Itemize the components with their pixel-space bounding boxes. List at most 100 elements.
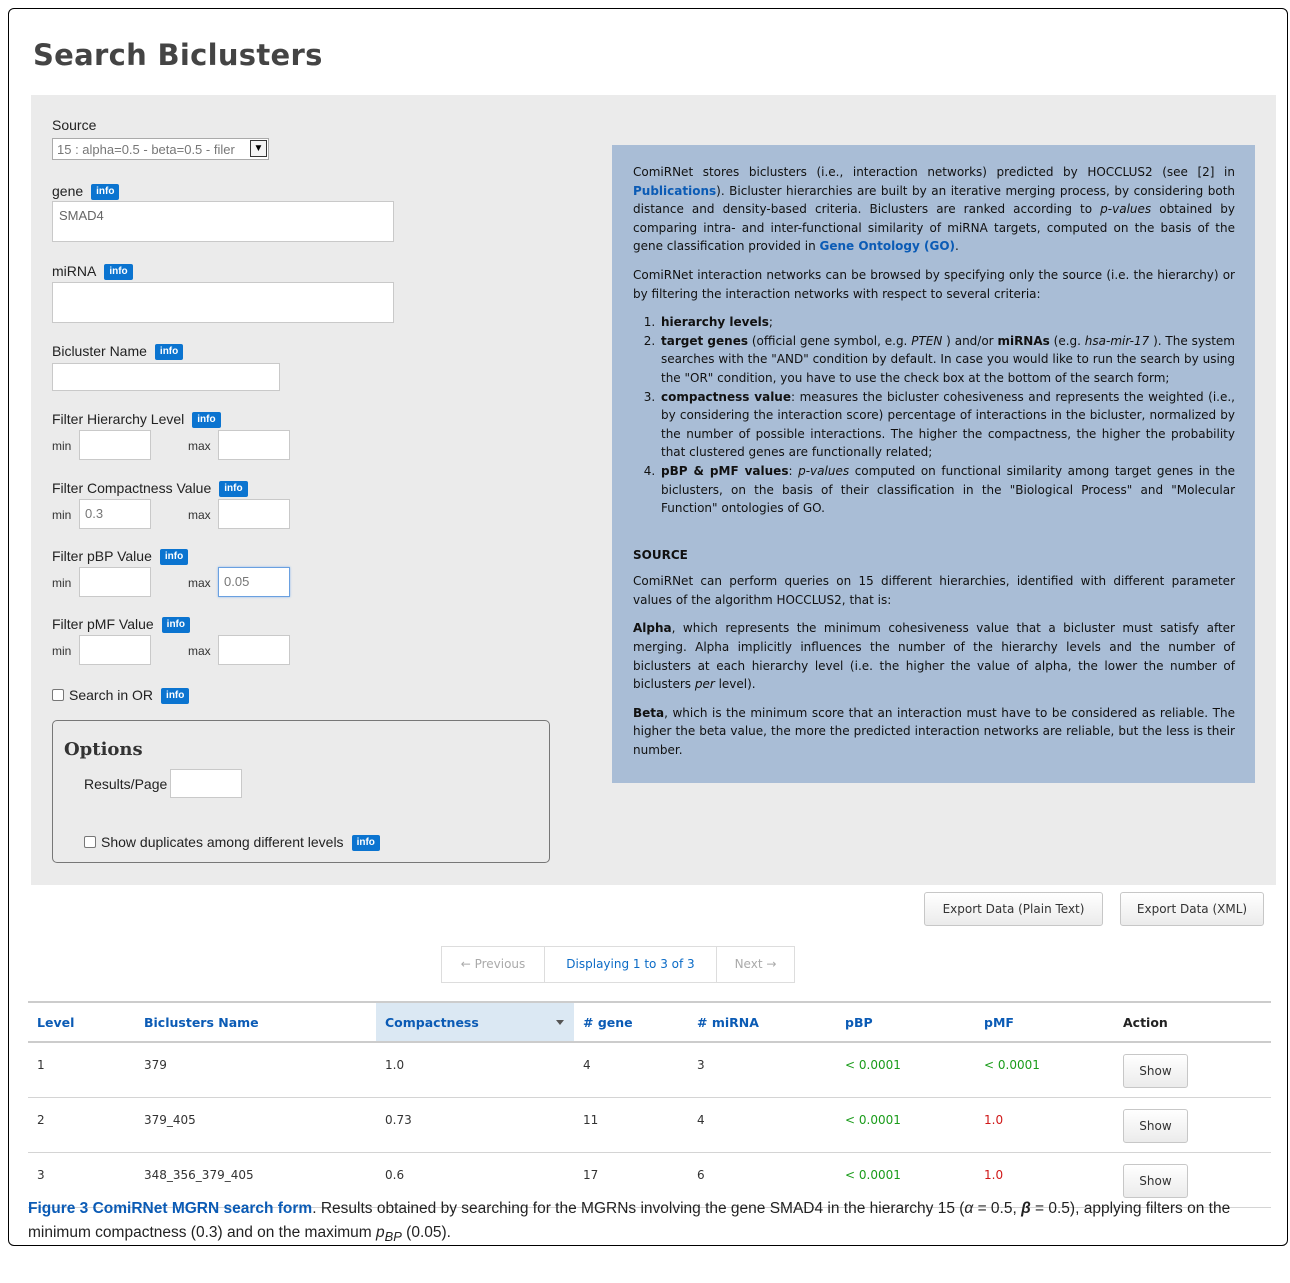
description-paragraph-1: ComiRNet stores biclusters (i.e., intera… xyxy=(633,163,1235,256)
cell-pbp: < 0.0001 xyxy=(836,1097,975,1153)
options-fieldset: Options Results/Page Show duplicates amo… xyxy=(52,720,550,863)
source-heading: SOURCE xyxy=(633,547,688,562)
search-or-checkbox[interactable] xyxy=(52,689,64,701)
cell-genes: 4 xyxy=(574,1042,688,1098)
gene-ontology-link[interactable]: Gene Ontology (GO) xyxy=(820,239,956,253)
pmf-info-button[interactable]: info xyxy=(161,617,190,634)
pagination: ← Previous Displaying 1 to 3 of 3 Next → xyxy=(441,946,795,983)
show-button[interactable]: Show xyxy=(1123,1108,1188,1143)
description-panel: ComiRNet stores biclusters (i.e., intera… xyxy=(612,145,1255,783)
compactness-min-label: min xyxy=(52,508,72,522)
cell-mirna: 4 xyxy=(688,1097,836,1153)
show-button[interactable]: Show xyxy=(1123,1163,1188,1198)
pbp-max-label: max xyxy=(188,576,211,590)
search-or-row: Search in OR info xyxy=(52,687,190,705)
options-title: Options xyxy=(64,739,143,760)
pmf-min-label: min xyxy=(52,644,72,658)
column-header-compactness[interactable]: Compactness xyxy=(376,1001,574,1043)
desc-emphasis: p-values xyxy=(1100,202,1152,217)
pbp-min-label: min xyxy=(52,576,72,590)
criteria-item: hierarchy levels; xyxy=(659,313,1235,332)
bicluster-name-label: Bicluster Name info xyxy=(52,343,184,361)
criteria-term: target genes xyxy=(661,333,748,348)
hierarchy-min-input[interactable] xyxy=(79,430,151,460)
column-header-name[interactable]: Biclusters Name xyxy=(135,1001,376,1043)
beta-symbol: β xyxy=(1021,1200,1031,1217)
criteria-item: target genes (official gene symbol, e.g.… xyxy=(659,332,1235,388)
p-symbol: p xyxy=(376,1224,385,1241)
hierarchy-min-label: min xyxy=(52,439,72,453)
criteria-term: hierarchy levels xyxy=(661,315,769,330)
compactness-min-input[interactable]: 0.3 xyxy=(79,499,151,529)
compactness-info-button[interactable]: info xyxy=(219,481,248,498)
hierarchy-max-label: max xyxy=(188,439,211,453)
column-header-pmf[interactable]: pMF xyxy=(975,1001,1114,1043)
mirna-label: miRNA info xyxy=(52,263,133,281)
caption-title: Figure 3 ComiRNet MGRN search form xyxy=(28,1200,313,1217)
desc-text: ComiRNet stores biclusters (i.e., intera… xyxy=(633,165,1235,179)
gene-input[interactable]: SMAD4 xyxy=(52,201,394,242)
search-or-label: Search in OR xyxy=(69,687,154,703)
source-select-value: 15 : alpha=0.5 - beta=0.5 - filer xyxy=(57,142,235,157)
criteria-example: hsa-mir-17 xyxy=(1084,333,1150,348)
export-plain-text-button[interactable]: Export Data (Plain Text) xyxy=(924,892,1103,926)
gene-info-button[interactable]: info xyxy=(91,184,120,201)
hierarchy-filter-label-text: Filter Hierarchy Level xyxy=(52,411,185,427)
results-per-page-input[interactable] xyxy=(170,769,242,798)
pbp-filter-label: Filter pBP Value info xyxy=(52,548,189,566)
criteria-text: (e.g. xyxy=(1049,333,1085,348)
export-xml-button[interactable]: Export Data (XML) xyxy=(1120,892,1264,926)
cell-compactness: 1.0 xyxy=(376,1042,574,1098)
results-per-page-label: Results/Page xyxy=(84,776,168,792)
show-duplicates-row: Show duplicates among different levels in… xyxy=(84,834,380,852)
hierarchy-max-input[interactable] xyxy=(218,430,290,460)
bicluster-name-info-button[interactable]: info xyxy=(154,344,184,361)
mirna-label-text: miRNA xyxy=(52,263,97,279)
cell-level: 2 xyxy=(28,1097,135,1153)
previous-page-button[interactable]: ← Previous xyxy=(442,947,545,982)
show-duplicates-checkbox[interactable] xyxy=(84,836,96,848)
pbp-filter-label-text: Filter pBP Value xyxy=(52,548,152,564)
criteria-term: compactness value xyxy=(661,389,791,404)
description-paragraph-beta: Beta, which is the minimum score that an… xyxy=(633,704,1235,760)
gene-label: gene info xyxy=(52,183,120,201)
cell-compactness: 0.73 xyxy=(376,1097,574,1153)
hierarchy-info-button[interactable]: info xyxy=(192,412,221,429)
pmf-max-input[interactable] xyxy=(218,635,290,665)
figure-caption: Figure 3 ComiRNet MGRN search form. Resu… xyxy=(28,1197,1278,1249)
alpha-term: Alpha xyxy=(633,621,672,636)
search-or-info-button[interactable]: info xyxy=(161,688,190,705)
criteria-item: compactness value: measures the bicluste… xyxy=(659,388,1235,462)
show-duplicates-info-button[interactable]: info xyxy=(351,835,380,852)
caption-text: = 0.5, xyxy=(973,1200,1022,1217)
column-header-level[interactable]: Level xyxy=(28,1001,135,1043)
mirna-info-button[interactable]: info xyxy=(104,264,133,281)
pbp-min-input[interactable] xyxy=(79,567,151,597)
criteria-term: pBP & pMF values xyxy=(661,463,789,478)
cell-level: 1 xyxy=(28,1042,135,1098)
criteria-term: miRNAs xyxy=(997,333,1050,348)
table-row: 1 379 1.0 4 3 < 0.0001 < 0.0001 Show xyxy=(28,1042,1271,1098)
column-header-pbp[interactable]: pBP xyxy=(836,1001,975,1043)
hierarchy-filter-label: Filter Hierarchy Level info xyxy=(52,411,221,429)
next-page-button[interactable]: Next → xyxy=(717,947,794,982)
show-button[interactable]: Show xyxy=(1123,1054,1188,1088)
column-header-mirna[interactable]: # miRNA xyxy=(688,1001,836,1043)
cell-pmf: < 0.0001 xyxy=(975,1042,1114,1098)
pbp-max-input[interactable]: 0.05 xyxy=(218,567,290,597)
bicluster-name-label-text: Bicluster Name xyxy=(52,343,147,359)
source-select[interactable]: 15 : alpha=0.5 - beta=0.5 - filer ▼ xyxy=(52,138,269,160)
criteria-item: pBP & pMF values: p-values computed on f… xyxy=(659,462,1235,518)
sort-down-icon xyxy=(556,1020,564,1025)
criteria-text: (official gene symbol, e.g. xyxy=(747,333,912,348)
gene-label-text: gene xyxy=(52,183,84,199)
source-label: Source xyxy=(52,117,97,133)
bicluster-name-input[interactable] xyxy=(52,363,280,391)
pbp-info-button[interactable]: info xyxy=(159,549,189,566)
pmf-min-input[interactable] xyxy=(79,635,151,665)
mirna-input[interactable] xyxy=(52,282,394,323)
publications-link[interactable]: Publications xyxy=(633,184,716,198)
compactness-max-input[interactable] xyxy=(218,499,290,529)
cell-pmf: 1.0 xyxy=(975,1097,1114,1153)
column-header-genes[interactable]: # gene xyxy=(574,1001,688,1043)
